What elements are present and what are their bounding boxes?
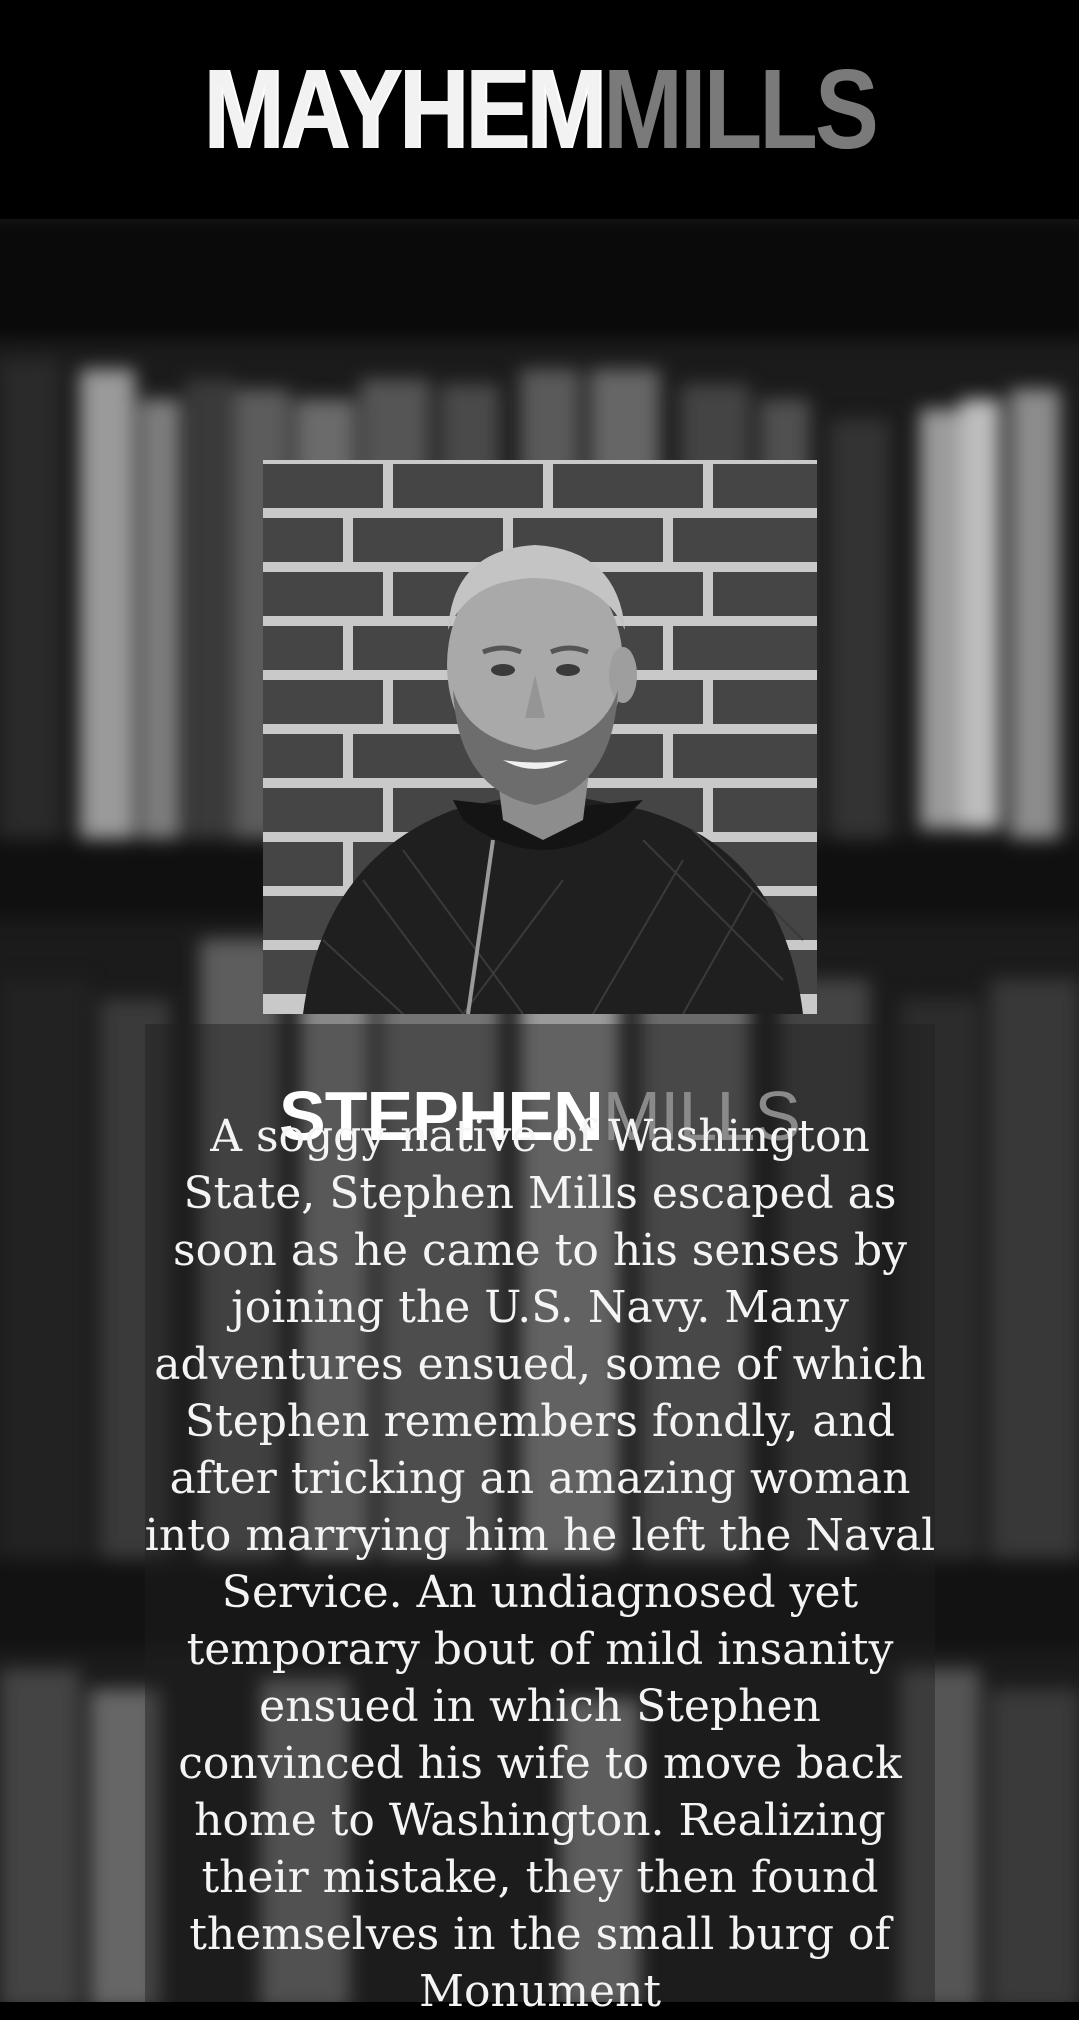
site-logo[interactable]: MAYHEM MILLS	[203, 45, 879, 173]
logo-word-mills: MILLS	[602, 45, 879, 173]
logo-word-mayhem: MAYHEM	[203, 45, 606, 173]
author-portrait	[263, 460, 817, 1014]
author-bio-text: A soggy native of Washington State, Step…	[144, 1111, 936, 2017]
site-header: MAYHEM MILLS	[0, 0, 1079, 219]
